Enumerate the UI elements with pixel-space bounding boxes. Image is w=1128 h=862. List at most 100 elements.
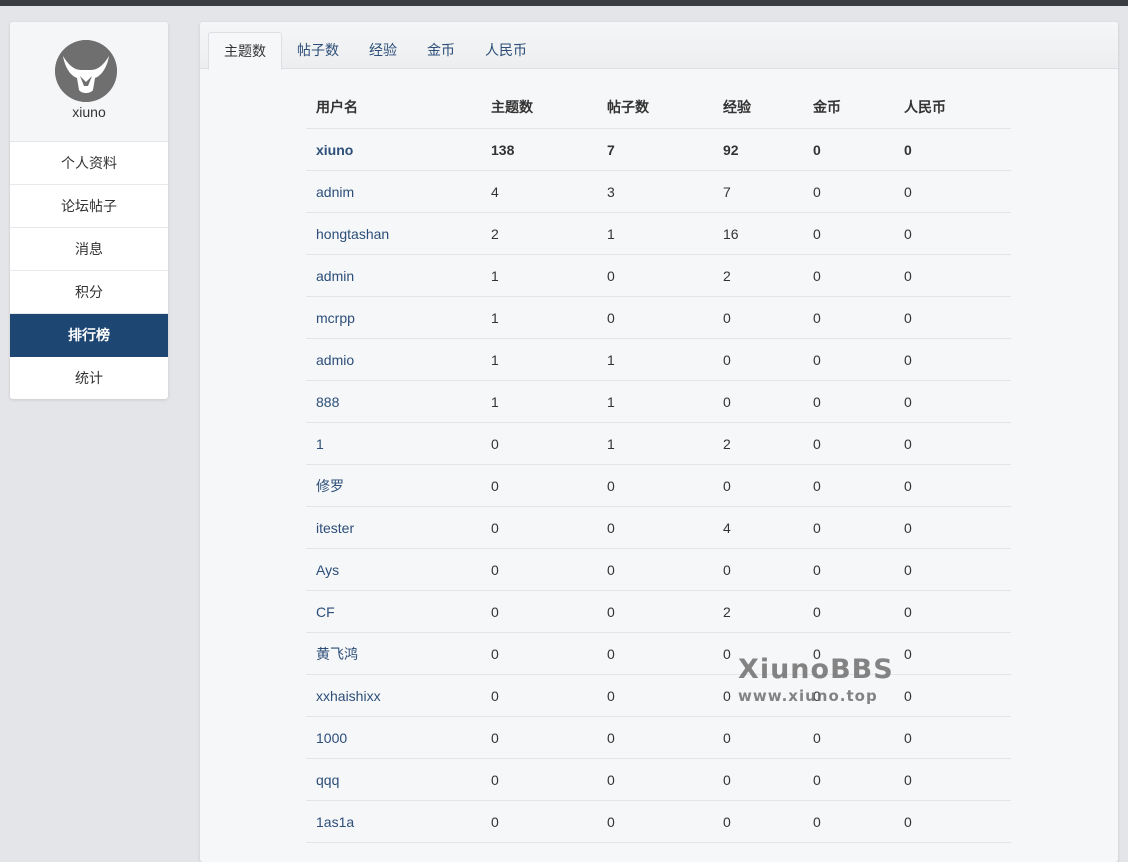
cell-topics: 2	[481, 212, 597, 255]
ranking-table: 用户名 主题数 帖子数 经验 金币 人民币 xiuno 138 7 92 0 0 adnim 4 3 7 0 0…	[306, 86, 1011, 843]
cell-topics: 138	[481, 128, 597, 171]
cell-experience: 2	[713, 422, 803, 465]
cell-gold: 0	[803, 548, 894, 591]
cell-posts: 0	[597, 800, 713, 843]
user-link[interactable]: CF	[306, 590, 481, 633]
cell-gold: 0	[803, 464, 894, 507]
cell-rmb: 0	[894, 506, 1011, 549]
tab-posts[interactable]: 帖子数	[282, 32, 354, 68]
table-row: mcrpp 1 0 0 0 0	[306, 296, 1011, 339]
cell-experience: 0	[713, 338, 803, 381]
table-row: xiuno 138 7 92 0 0	[306, 128, 1011, 171]
table-row: xxhaishixx 0 0 0 0 0	[306, 674, 1011, 717]
sidebar-item-profile[interactable]: 个人资料	[10, 142, 168, 185]
table-row: admio 1 1 0 0 0	[306, 338, 1011, 381]
user-link[interactable]: itester	[306, 506, 481, 549]
cell-posts: 0	[597, 506, 713, 549]
sidebar-item-credits[interactable]: 积分	[10, 271, 168, 314]
cell-rmb: 0	[894, 296, 1011, 339]
profile-card: xiuno	[10, 22, 168, 142]
cell-gold: 0	[803, 128, 894, 171]
cell-gold: 0	[803, 506, 894, 549]
cell-rmb: 0	[894, 422, 1011, 465]
user-link[interactable]: 888	[306, 380, 481, 423]
table-header-row: 用户名 主题数 帖子数 经验 金币 人民币	[306, 86, 1011, 129]
user-link[interactable]: admio	[306, 338, 481, 381]
table-row: 1as1a 0 0 0 0 0	[306, 800, 1011, 843]
cell-posts: 1	[597, 380, 713, 423]
cell-experience: 0	[713, 800, 803, 843]
tab-topics[interactable]: 主题数	[208, 32, 282, 70]
cell-posts: 0	[597, 590, 713, 633]
user-link[interactable]: adnim	[306, 170, 481, 213]
column-header-posts: 帖子数	[597, 86, 713, 129]
cell-rmb: 0	[894, 674, 1011, 717]
tab-gold[interactable]: 金币	[412, 32, 470, 68]
cell-posts: 0	[597, 296, 713, 339]
tab-experience[interactable]: 经验	[354, 32, 412, 68]
cell-posts: 0	[597, 548, 713, 591]
user-link[interactable]: mcrpp	[306, 296, 481, 339]
sidebar: xiuno 个人资料 论坛帖子 消息 积分 排行榜 统计	[10, 22, 168, 399]
cell-topics: 1	[481, 338, 597, 381]
sidebar-item-stats[interactable]: 统计	[10, 357, 168, 399]
cell-gold: 0	[803, 422, 894, 465]
cell-rmb: 0	[894, 380, 1011, 423]
user-link[interactable]: 1000	[306, 716, 481, 759]
user-link[interactable]: 修罗	[306, 464, 481, 507]
main-panel: 主题数 帖子数 经验 金币 人民币 用户名 主题数 帖子数 经验 金币 人民币 xiuno 138 7…	[200, 22, 1118, 862]
sidebar-item-messages[interactable]: 消息	[10, 228, 168, 271]
cell-gold: 0	[803, 296, 894, 339]
cell-experience: 92	[713, 128, 803, 171]
cell-topics: 1	[481, 254, 597, 297]
sidebar-item-posts[interactable]: 论坛帖子	[10, 185, 168, 228]
user-link[interactable]: xxhaishixx	[306, 674, 481, 717]
table-row: admin 1 0 2 0 0	[306, 254, 1011, 297]
cell-posts: 3	[597, 170, 713, 213]
top-bar	[0, 0, 1128, 6]
user-link[interactable]: admin	[306, 254, 481, 297]
sidebar-item-leaderboard[interactable]: 排行榜	[10, 314, 168, 357]
cell-topics: 4	[481, 170, 597, 213]
cell-experience: 4	[713, 506, 803, 549]
cell-topics: 0	[481, 548, 597, 591]
cell-topics: 0	[481, 674, 597, 717]
user-link[interactable]: 1as1a	[306, 800, 481, 843]
cell-topics: 0	[481, 464, 597, 507]
table-row: itester 0 0 4 0 0	[306, 506, 1011, 549]
cell-topics: 0	[481, 590, 597, 633]
cell-gold: 0	[803, 254, 894, 297]
cell-gold: 0	[803, 758, 894, 801]
column-header-topics: 主题数	[481, 86, 597, 129]
table-row: 888 1 1 0 0 0	[306, 380, 1011, 423]
cell-gold: 0	[803, 212, 894, 255]
tab-rmb[interactable]: 人民币	[470, 32, 542, 68]
user-link[interactable]: xiuno	[306, 128, 481, 171]
cell-experience: 0	[713, 380, 803, 423]
cell-topics: 1	[481, 296, 597, 339]
user-link[interactable]: 黄飞鸿	[306, 632, 481, 675]
cell-experience: 2	[713, 590, 803, 633]
profile-username[interactable]: xiuno	[10, 104, 168, 120]
cell-experience: 0	[713, 548, 803, 591]
user-link[interactable]: qqq	[306, 758, 481, 801]
cell-topics: 1	[481, 380, 597, 423]
cell-experience: 0	[713, 296, 803, 339]
ranking-tabs: 主题数 帖子数 经验 金币 人民币	[208, 32, 542, 70]
cell-rmb: 0	[894, 758, 1011, 801]
cell-posts: 0	[597, 632, 713, 675]
cell-rmb: 0	[894, 170, 1011, 213]
cell-rmb: 0	[894, 590, 1011, 633]
cell-posts: 0	[597, 254, 713, 297]
cell-posts: 0	[597, 758, 713, 801]
table-row: CF 0 0 2 0 0	[306, 590, 1011, 633]
cell-experience: 0	[713, 758, 803, 801]
user-link[interactable]: 1	[306, 422, 481, 465]
user-link[interactable]: Ays	[306, 548, 481, 591]
avatar[interactable]	[55, 40, 117, 102]
table-row: Ays 0 0 0 0 0	[306, 548, 1011, 591]
cell-rmb: 0	[894, 548, 1011, 591]
table-row: 1000 0 0 0 0 0	[306, 716, 1011, 759]
user-link[interactable]: hongtashan	[306, 212, 481, 255]
table-row: adnim 4 3 7 0 0	[306, 170, 1011, 213]
